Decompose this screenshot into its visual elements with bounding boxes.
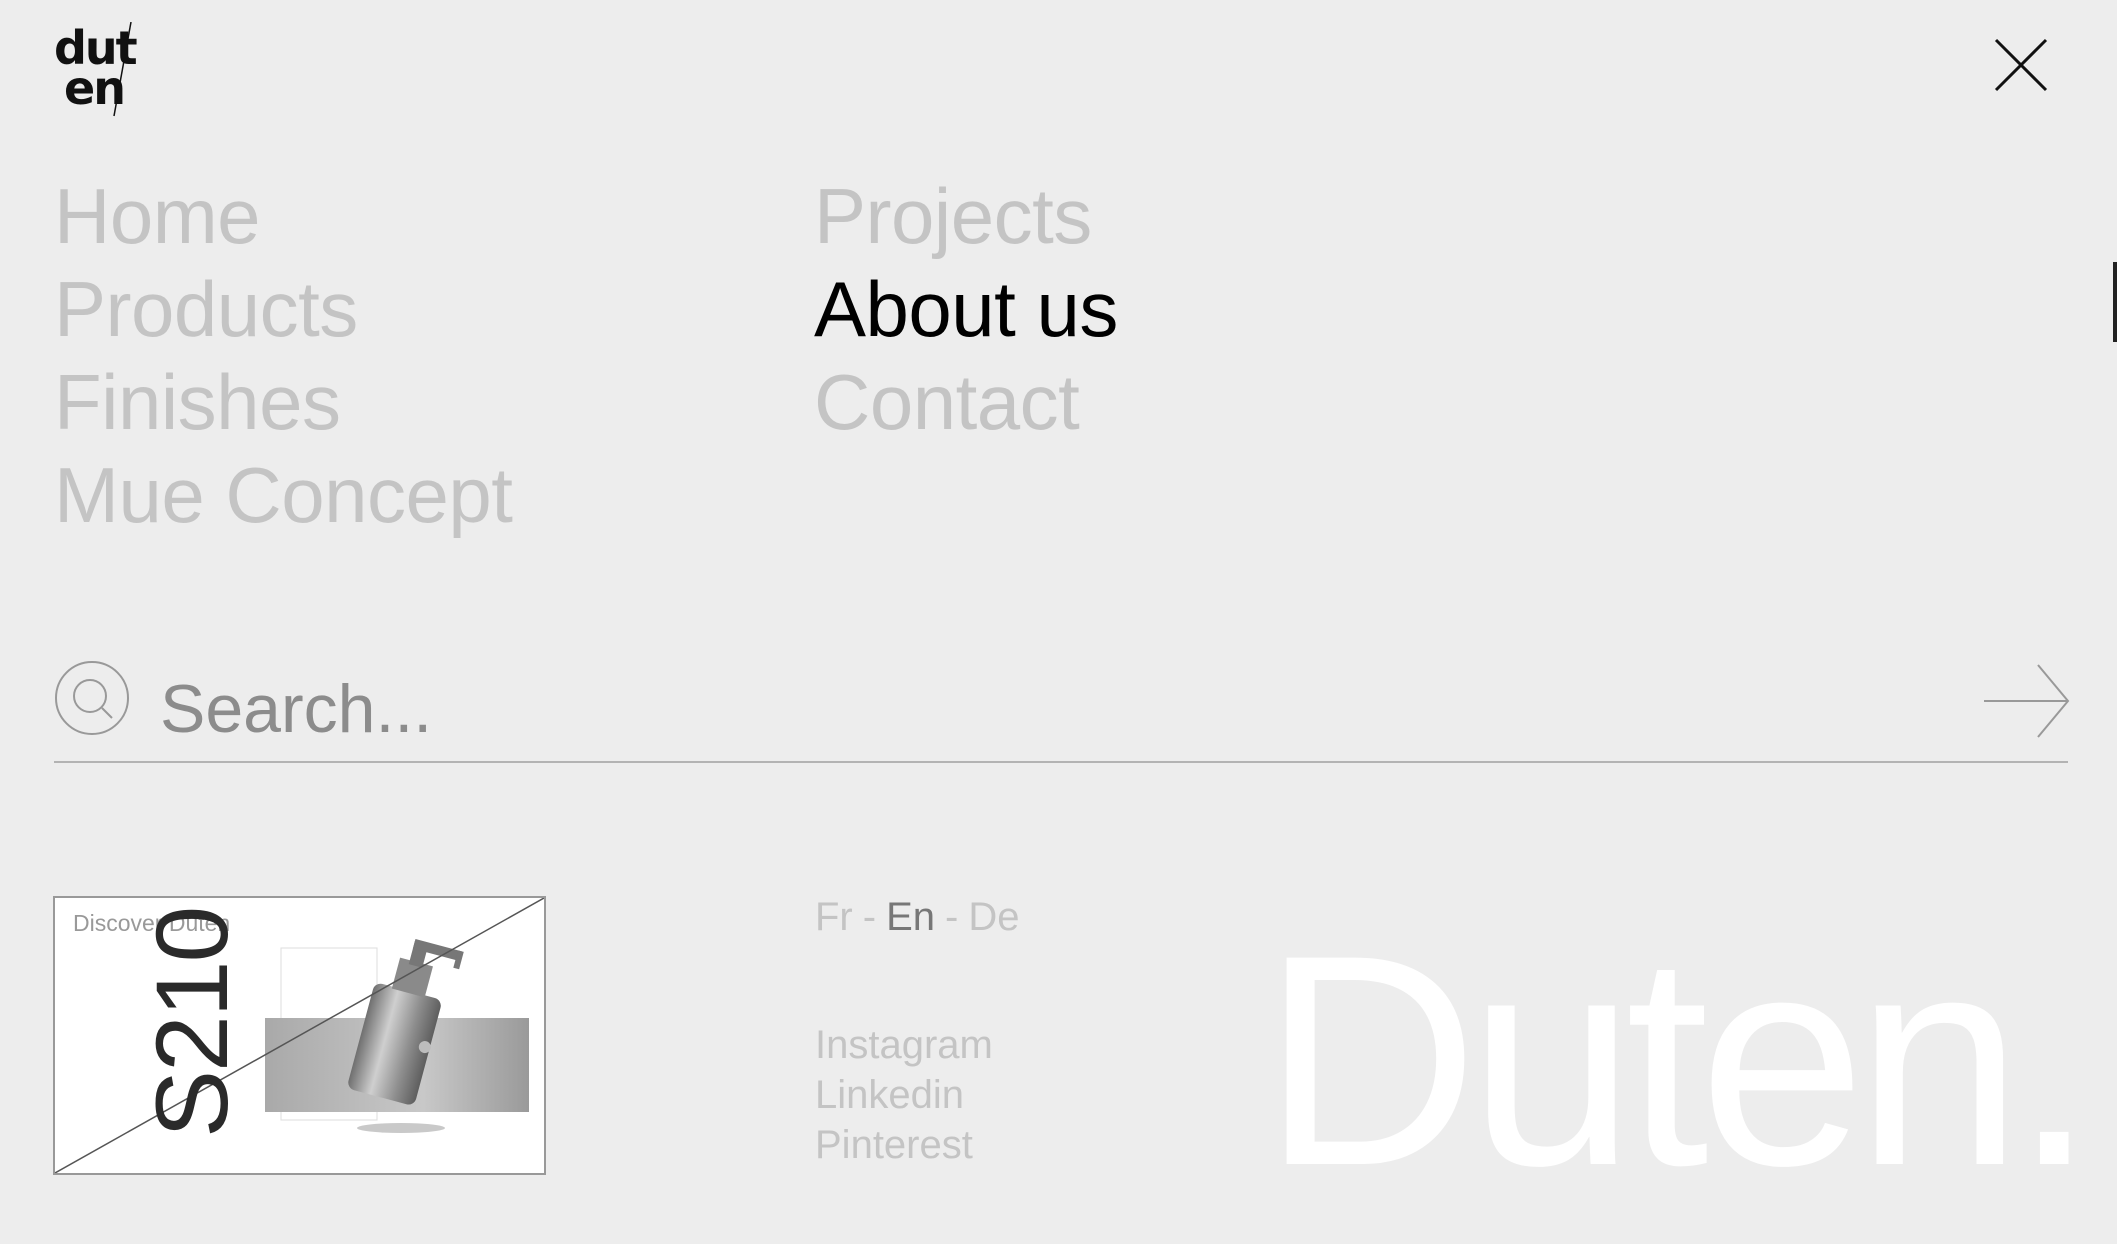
nav-item-about-us[interactable]: About us bbox=[814, 263, 1118, 356]
social-link-linkedin[interactable]: Linkedin bbox=[815, 1070, 993, 1120]
scrollbar-thumb[interactable] bbox=[2113, 262, 2117, 342]
nav-menu-left: Home Products Finishes Mue Concept bbox=[54, 170, 513, 542]
promo-diagonal-line bbox=[55, 898, 544, 1173]
promo-product-code: S210 bbox=[135, 907, 249, 1138]
search-icon bbox=[55, 661, 129, 735]
social-link-instagram[interactable]: Instagram bbox=[815, 1020, 993, 1070]
close-icon bbox=[1994, 38, 2048, 92]
arrow-right-icon bbox=[1984, 664, 2070, 738]
lang-de[interactable]: De bbox=[968, 895, 1019, 939]
nav-item-finishes[interactable]: Finishes bbox=[54, 356, 512, 449]
close-menu-button[interactable] bbox=[1992, 36, 2050, 94]
discover-promo-card[interactable]: Discover Duten S210 bbox=[53, 896, 546, 1175]
nav-item-mue-concept[interactable]: Mue Concept bbox=[54, 449, 513, 542]
language-switcher: Fr - En - De bbox=[815, 895, 1020, 940]
logo-slash-icon bbox=[113, 22, 132, 117]
social-links: Instagram Linkedin Pinterest bbox=[815, 1020, 993, 1170]
brand-wordmark: Duten. bbox=[1262, 892, 2096, 1228]
nav-menu-right: Projects About us Contact bbox=[814, 170, 1118, 449]
lang-separator: - bbox=[945, 895, 959, 939]
nav-item-contact[interactable]: Contact bbox=[814, 356, 1118, 449]
search-submit-button[interactable] bbox=[1982, 661, 2070, 741]
logo[interactable]: dut en bbox=[52, 22, 142, 118]
nav-item-projects[interactable]: Projects bbox=[814, 170, 1118, 263]
social-link-pinterest[interactable]: Pinterest bbox=[815, 1120, 993, 1170]
lang-separator: - bbox=[862, 895, 877, 939]
lang-fr[interactable]: Fr bbox=[815, 895, 853, 939]
search-input[interactable] bbox=[160, 669, 1860, 749]
lang-en[interactable]: En bbox=[886, 895, 935, 939]
search-bar bbox=[54, 655, 2070, 763]
nav-item-products[interactable]: Products bbox=[54, 263, 512, 356]
nav-item-home[interactable]: Home bbox=[54, 170, 512, 263]
